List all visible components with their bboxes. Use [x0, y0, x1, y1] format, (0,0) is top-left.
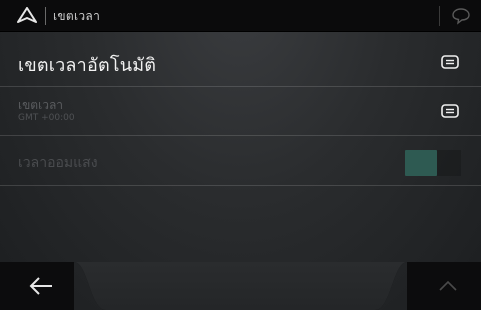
speech-bubble-icon[interactable] — [451, 7, 471, 25]
menu-icon[interactable] — [441, 55, 459, 69]
right-separator — [439, 6, 440, 26]
bottom-bar-center — [50, 262, 431, 310]
title-separator — [45, 7, 46, 25]
toggle-track[interactable] — [437, 150, 461, 176]
menu-icon[interactable] — [441, 104, 459, 118]
navigation-arrow-icon[interactable] — [17, 7, 37, 23]
settings-screen: เขตเวลา เขตเวลาอัตโนมัติ เขตเวลา GMT +00… — [0, 0, 481, 310]
page-title: เขตเวลา — [53, 9, 101, 23]
top-bar: เขตเวลา — [0, 0, 481, 32]
bottom-bar — [0, 262, 481, 310]
setting-label: เวลาออมแสง — [18, 155, 98, 171]
back-arrow-icon[interactable] — [28, 276, 54, 296]
setting-label: เขตเวลาอัตโนมัติ — [18, 55, 157, 76]
setting-sublabel: GMT +00:00 — [18, 113, 75, 123]
daylight-saving-toggle[interactable] — [405, 150, 437, 176]
setting-row-timezone[interactable]: เขตเวลา GMT +00:00 — [0, 87, 481, 136]
chevron-up-icon[interactable] — [438, 280, 458, 292]
setting-row-auto-timezone[interactable]: เขตเวลาอัตโนมัติ — [0, 37, 481, 87]
